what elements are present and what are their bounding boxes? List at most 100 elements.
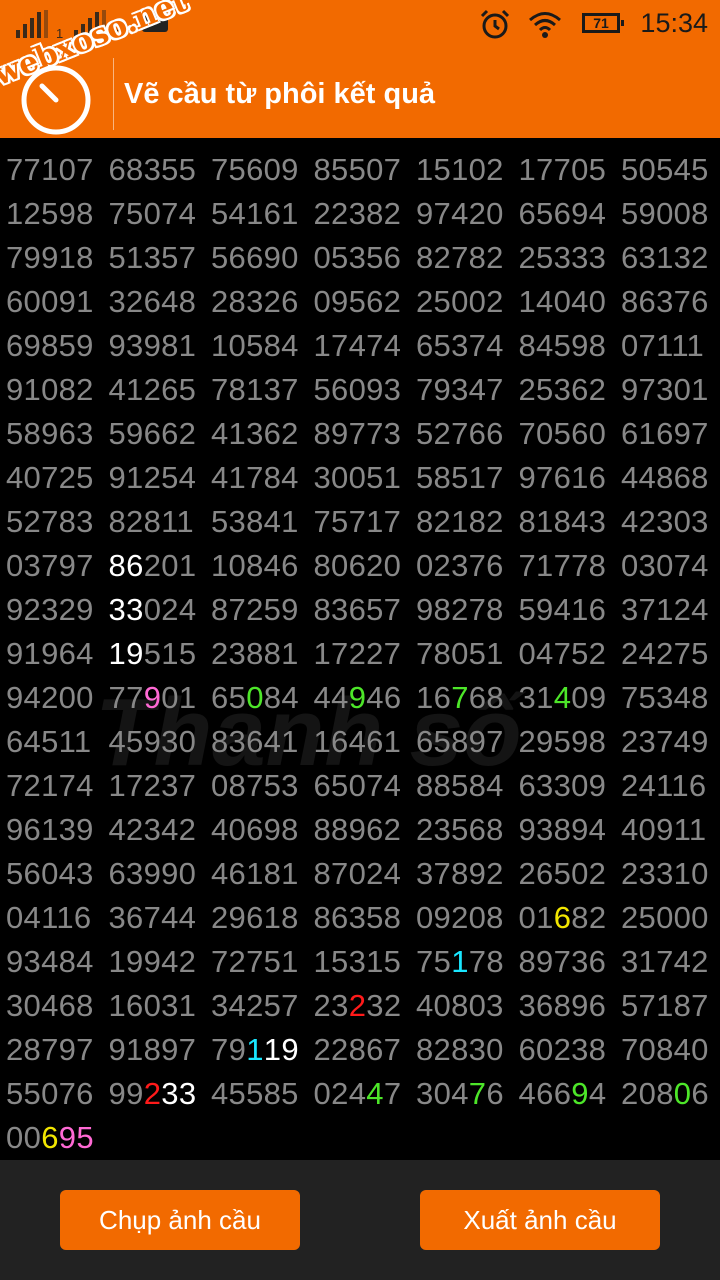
grid-cell[interactable]: 97301 (621, 372, 709, 408)
grid-cell[interactable]: 00695 (6, 1120, 94, 1156)
export-button[interactable]: Xuất ảnh cầu (420, 1190, 660, 1250)
grid-cell[interactable]: 15102 (416, 152, 504, 188)
grid-cell[interactable]: 57187 (621, 988, 709, 1024)
grid-cell[interactable]: 33024 (109, 592, 197, 628)
grid-cell[interactable]: 40803 (416, 988, 504, 1024)
grid-cell[interactable]: 79347 (416, 372, 504, 408)
grid-cell[interactable]: 59416 (519, 592, 607, 628)
grid-cell[interactable]: 71778 (519, 548, 607, 584)
grid-cell[interactable]: 99233 (109, 1076, 197, 1112)
grid-cell[interactable]: 60091 (6, 284, 94, 320)
grid-cell[interactable]: 37892 (416, 856, 504, 892)
grid-cell[interactable]: 75178 (416, 944, 504, 980)
grid-cell[interactable]: 77901 (109, 680, 197, 716)
grid-cell[interactable]: 16031 (109, 988, 197, 1024)
grid-cell[interactable]: 55076 (6, 1076, 94, 1112)
grid-cell[interactable]: 93981 (109, 328, 197, 364)
grid-cell[interactable]: 81843 (519, 504, 607, 540)
grid-cell[interactable]: 07111 (621, 328, 704, 364)
grid-cell[interactable]: 26502 (519, 856, 607, 892)
grid-cell[interactable]: 88962 (314, 812, 402, 848)
grid-cell[interactable]: 58963 (6, 416, 94, 452)
grid-cell[interactable]: 41362 (211, 416, 299, 452)
grid-cell[interactable]: 41784 (211, 460, 299, 496)
grid-cell[interactable]: 75717 (314, 504, 402, 540)
grid-cell[interactable]: 65897 (416, 724, 504, 760)
grid-cell[interactable]: 87259 (211, 592, 299, 628)
capture-button[interactable]: Chụp ảnh cầu (60, 1190, 300, 1250)
grid-cell[interactable]: 70560 (519, 416, 607, 452)
grid-cell[interactable]: 51357 (109, 240, 197, 276)
grid-cell[interactable]: 63990 (109, 856, 197, 892)
grid-cell[interactable]: 12598 (6, 196, 94, 232)
grid-cell[interactable]: 91897 (109, 1032, 197, 1068)
grid-cell[interactable]: 15315 (314, 944, 402, 980)
grid-cell[interactable]: 52783 (6, 504, 94, 540)
grid-cell[interactable]: 93484 (6, 944, 94, 980)
grid-cell[interactable]: 32648 (109, 284, 197, 320)
grid-cell[interactable]: 78137 (211, 372, 299, 408)
grid-cell[interactable]: 50545 (621, 152, 709, 188)
grid-cell[interactable]: 58517 (416, 460, 504, 496)
grid-cell[interactable]: 23749 (621, 724, 709, 760)
grid-cell[interactable]: 17474 (314, 328, 402, 364)
grid-cell[interactable]: 92329 (6, 592, 94, 628)
grid-cell[interactable]: 09562 (314, 284, 402, 320)
grid-cell[interactable]: 17705 (519, 152, 607, 188)
grid-cell[interactable]: 45930 (109, 724, 197, 760)
grid-cell[interactable]: 83641 (211, 724, 299, 760)
grid-cell[interactable]: 04116 (6, 900, 91, 936)
grid-cell[interactable]: 82811 (109, 504, 194, 540)
grid-cell[interactable]: 80620 (314, 548, 402, 584)
grid-cell[interactable]: 63132 (621, 240, 709, 276)
grid-cell[interactable]: 22867 (314, 1032, 402, 1068)
grid-cell[interactable]: 75074 (109, 196, 197, 232)
grid-cell[interactable]: 56043 (6, 856, 94, 892)
grid-cell[interactable]: 24116 (621, 768, 706, 804)
grid-cell[interactable]: 87024 (314, 856, 402, 892)
grid-cell[interactable]: 89773 (314, 416, 402, 452)
grid-cell[interactable]: 37124 (621, 592, 709, 628)
grid-cell[interactable]: 19942 (109, 944, 197, 980)
grid-cell[interactable]: 97420 (416, 196, 504, 232)
grid-cell[interactable]: 25362 (519, 372, 607, 408)
grid-cell[interactable]: 23310 (621, 856, 709, 892)
grid-cell[interactable]: 46694 (519, 1076, 607, 1112)
grid-cell[interactable]: 96139 (6, 812, 94, 848)
grid-cell[interactable]: 56690 (211, 240, 299, 276)
grid-cell[interactable]: 86358 (314, 900, 402, 936)
grid-cell[interactable]: 25333 (519, 240, 607, 276)
grid-cell[interactable]: 88584 (416, 768, 504, 804)
grid-cell[interactable]: 86201 (109, 548, 197, 584)
grid-cell[interactable]: 25000 (621, 900, 709, 936)
grid-cell[interactable]: 82182 (416, 504, 504, 540)
grid-cell[interactable]: 86376 (621, 284, 709, 320)
grid-cell[interactable]: 22382 (314, 196, 402, 232)
grid-cell[interactable]: 03074 (621, 548, 709, 584)
grid-cell[interactable]: 69859 (6, 328, 94, 364)
grid-cell[interactable]: 36744 (109, 900, 197, 936)
grid-cell[interactable]: 53841 (211, 504, 299, 540)
grid-cell[interactable]: 29618 (211, 900, 299, 936)
grid-cell[interactable]: 46181 (211, 856, 299, 892)
grid-cell[interactable]: 40698 (211, 812, 299, 848)
grid-cell[interactable]: 28326 (211, 284, 299, 320)
grid-cell[interactable]: 82782 (416, 240, 504, 276)
grid-cell[interactable]: 25002 (416, 284, 504, 320)
grid-cell[interactable]: 98278 (416, 592, 504, 628)
grid-cell[interactable]: 83657 (314, 592, 402, 628)
grid-cell[interactable]: 75609 (211, 152, 299, 188)
grid-cell[interactable]: 08753 (211, 768, 299, 804)
grid-cell[interactable]: 03797 (6, 548, 94, 584)
grid-cell[interactable]: 23232 (314, 988, 402, 1024)
grid-cell[interactable]: 60238 (519, 1032, 607, 1068)
grid-cell[interactable]: 02447 (314, 1076, 402, 1112)
grid-cell[interactable]: 16768 (416, 680, 504, 716)
grid-cell[interactable]: 84598 (519, 328, 607, 364)
grid-cell[interactable]: 36896 (519, 988, 607, 1024)
grid-cell[interactable]: 54161 (211, 196, 299, 232)
grid-cell[interactable]: 52766 (416, 416, 504, 452)
grid-cell[interactable]: 41265 (109, 372, 197, 408)
grid-cell[interactable]: 65074 (314, 768, 402, 804)
grid-cell[interactable]: 42342 (109, 812, 197, 848)
